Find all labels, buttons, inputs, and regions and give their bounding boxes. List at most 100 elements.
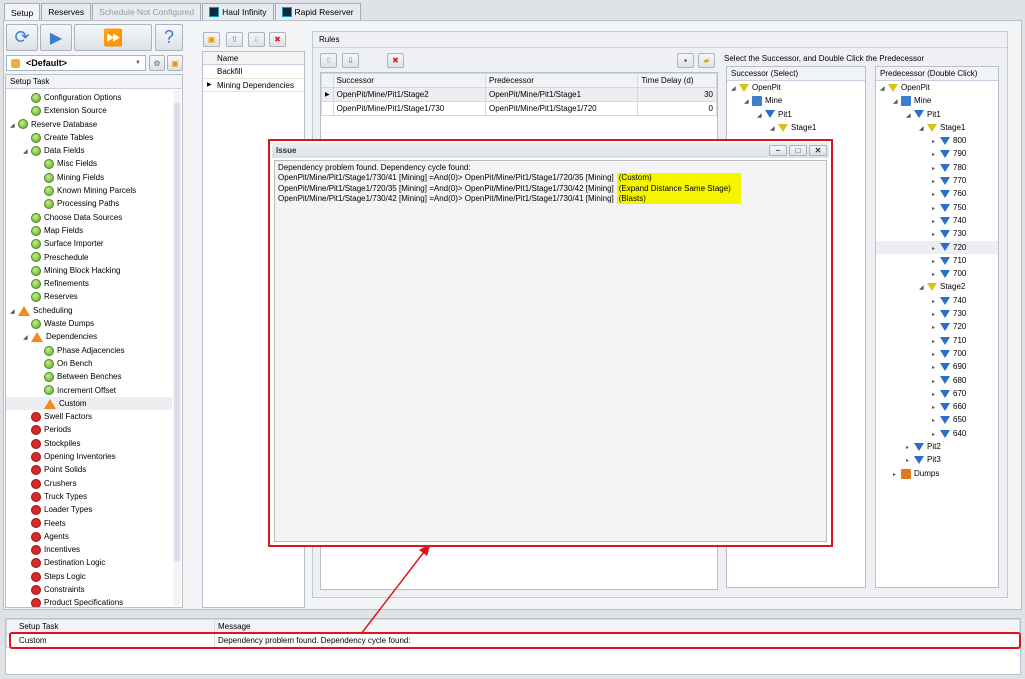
help-button[interactable]: ? (155, 24, 183, 51)
tree-item[interactable]: Misc Fields (6, 157, 172, 170)
tree-item[interactable]: Known Mining Parcels (6, 184, 172, 197)
tree-node[interactable]: ▸ 790 (876, 147, 998, 160)
tree-item[interactable]: Stockpiles (6, 437, 172, 450)
tree-node[interactable]: ▸ 710 (876, 334, 998, 347)
profile-select[interactable]: <Default> ▼ (6, 55, 146, 71)
open-button[interactable]: ▰ (698, 53, 715, 68)
tree-item[interactable]: On Bench (6, 357, 172, 370)
tree-node[interactable]: ▸ 780 (876, 161, 998, 174)
move-down-button[interactable]: ⇩ (248, 32, 265, 47)
tree-item[interactable]: Constraints (6, 583, 172, 596)
expand-icon[interactable]: ▸ (893, 469, 901, 482)
tree-item[interactable]: Map Fields (6, 224, 172, 237)
rule-up-button[interactable]: ⇧ (320, 53, 337, 68)
tree-node[interactable]: ▸ 770 (876, 174, 998, 187)
minimize-button[interactable]: – (769, 145, 787, 156)
maximize-button[interactable]: □ (789, 145, 807, 156)
tab-haul-infinity[interactable]: Haul Infinity (202, 3, 274, 20)
tree-item[interactable]: Phase Adjacencies (6, 344, 172, 357)
tree-item[interactable]: Between Benches (6, 370, 172, 383)
tree-node[interactable]: ▸ 740 (876, 214, 998, 227)
tree-item[interactable]: Choose Data Sources (6, 211, 172, 224)
tab-schedule[interactable]: Schedule Not Configured (92, 3, 202, 20)
tree-item[interactable]: Mining Block Hacking (6, 264, 172, 277)
table-row[interactable]: OpenPit/Mine/Pit1/Stage1/730 OpenPit/Mine… (321, 101, 717, 116)
notes-button[interactable]: ▣ (167, 55, 183, 71)
tree-node[interactable]: ◢ Stage2 (876, 280, 998, 293)
tree-item[interactable]: Waste Dumps (6, 317, 172, 330)
cell-predecessor[interactable]: OpenPit/Mine/Pit1/Stage1/720 (484, 101, 639, 116)
tree-item[interactable]: Create Tables (6, 131, 172, 144)
tree-node[interactable]: ▸ 670 (876, 387, 998, 400)
tab-rapid-reserver[interactable]: Rapid Reserver (274, 3, 361, 20)
tree-node[interactable]: ▸ 720 (876, 240, 998, 254)
tree-item[interactable]: Steps Logic (6, 570, 172, 583)
tree-item[interactable]: Point Solids (6, 463, 172, 476)
tree-node[interactable]: ▸ 730 (876, 307, 998, 320)
tab-setup[interactable]: Setup (4, 3, 41, 21)
column-predecessor[interactable]: Predecessor (484, 73, 639, 88)
add-button[interactable]: ▣ (203, 32, 220, 47)
issue-text-area[interactable]: Dependency problem found. Dependency cyc… (274, 160, 827, 542)
tab-reserves[interactable]: Reserves (41, 3, 92, 20)
rule-delete-button[interactable]: ✖ (387, 53, 404, 68)
tree-item[interactable]: Increment Offset (6, 384, 172, 397)
tree-node[interactable]: ▸ 730 (876, 227, 998, 240)
tree-item[interactable]: Refinements (6, 277, 172, 290)
refresh-button[interactable]: ⟳ (6, 24, 38, 51)
tree-node[interactable]: ◢ OpenPit (727, 81, 865, 94)
tree-node[interactable]: ▸ Pit3 (876, 453, 998, 466)
tree-item[interactable]: Reserves (6, 290, 172, 303)
tree-item[interactable]: Mining Fields (6, 171, 172, 184)
tree-item[interactable]: ◢ Scheduling (6, 304, 172, 317)
tree-node[interactable]: ▸ 800 (876, 134, 998, 147)
cell-predecessor[interactable]: OpenPit/Mine/Pit1/Stage1 (484, 87, 639, 102)
settings-button[interactable]: ⚙ (149, 55, 165, 71)
tree-node[interactable]: ◢ Pit1 (727, 108, 865, 121)
cell-time-delay[interactable]: 0 (637, 101, 717, 116)
tree-node[interactable]: ▸ 700 (876, 267, 998, 280)
tree-item[interactable]: Processing Paths (6, 197, 172, 210)
tree-node[interactable]: ▸ 700 (876, 347, 998, 360)
tree-node[interactable]: ▸ 710 (876, 254, 998, 267)
rule-down-button[interactable]: ⇩ (342, 53, 359, 68)
save-button[interactable]: ▪ (677, 53, 694, 68)
tree-item[interactable]: Periods (6, 423, 172, 436)
cell-time-delay[interactable]: 30 (637, 87, 717, 102)
table-row[interactable]: ▶ OpenPit/Mine/Pit1/Stage2 OpenPit/Mine/Pi… (321, 87, 717, 102)
tree-item[interactable]: Agents (6, 530, 172, 543)
tree-item[interactable]: Fleets (6, 517, 172, 530)
tree-item[interactable]: Truck Types (6, 490, 172, 503)
run-button[interactable]: ▶ (40, 24, 72, 51)
tree-node[interactable]: ◢ OpenPit (876, 81, 998, 94)
tree-node[interactable]: ▸ 650 (876, 413, 998, 426)
tree-node[interactable]: ▸ Pit2 (876, 440, 998, 453)
expand-icon[interactable]: ◢ (770, 123, 778, 136)
tree-item[interactable]: Preschedule (6, 251, 172, 264)
tree-item[interactable]: Loader Types (6, 503, 172, 516)
scrollbar[interactable] (173, 90, 181, 606)
close-button[interactable]: ✕ (809, 145, 827, 156)
tree-item[interactable]: Opening Inventories (6, 450, 172, 463)
tree-node[interactable]: ▸ 680 (876, 374, 998, 387)
tree-item[interactable]: Product Specifications (6, 596, 172, 607)
tree-node[interactable]: ▸ 640 (876, 427, 998, 440)
tree-item[interactable]: Configuration Options (6, 91, 172, 104)
tree-item[interactable]: Surface Importer (6, 237, 172, 250)
tree-item[interactable]: ◢ Dependencies (6, 330, 172, 343)
tree-node[interactable]: ◢ Mine (727, 94, 865, 107)
run-all-button[interactable]: ⏩ (74, 24, 152, 51)
tree-node[interactable]: ▸ Dumps (876, 467, 998, 480)
tree-node[interactable]: ◢ Pit1 (876, 108, 998, 121)
tree-item[interactable]: Incentives (6, 543, 172, 556)
delete-button[interactable]: ✖ (269, 32, 286, 47)
tree-item[interactable]: ◢ Data Fields (6, 144, 172, 157)
tree-item[interactable]: Extension Source (6, 104, 172, 117)
tree-node[interactable]: ▸ 660 (876, 400, 998, 413)
tree-item[interactable]: Swell Factors (6, 410, 172, 423)
tree-item[interactable]: Crushers (6, 477, 172, 490)
cell-successor[interactable]: OpenPit/Mine/Pit1/Stage2 (332, 87, 486, 102)
column-successor[interactable]: Successor (332, 73, 486, 88)
tree-node[interactable]: ▸ 750 (876, 201, 998, 214)
tree-node[interactable]: ▸ 720 (876, 320, 998, 333)
